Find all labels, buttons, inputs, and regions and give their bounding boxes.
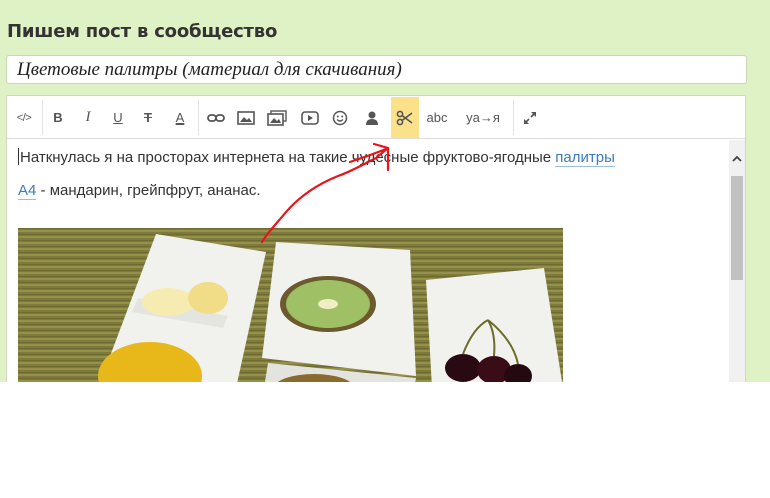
post-title-input[interactable]: Цветовые палитры (материал для скачивани… xyxy=(6,55,747,84)
transliteration-button[interactable]: ya→я xyxy=(457,97,509,138)
mention-user-button[interactable] xyxy=(359,97,385,138)
bold-button[interactable]: B xyxy=(45,97,71,138)
bold-icon: B xyxy=(53,110,63,125)
body-text: - мандарин, грейпфрут, ананас. xyxy=(36,182,261,199)
expand-icon xyxy=(523,111,537,125)
post-composer-panel: Пишем пост в сообщество Цветовые палитры… xyxy=(0,0,770,382)
body-text: Наткнулась я на просторах интернета на т… xyxy=(20,149,556,166)
fruit-palettes-photo[interactable] xyxy=(18,228,563,382)
scroll-up-arrow-icon[interactable] xyxy=(729,150,745,166)
palettes-link[interactable]: палитры xyxy=(555,149,615,167)
source-code-button[interactable]: </> xyxy=(9,97,39,138)
text-cursor xyxy=(18,148,19,165)
transliteration-icon: ya→я xyxy=(466,110,500,125)
editor-toolbar: </> B I U T A abc ya→я xyxy=(7,96,745,139)
insert-video-button[interactable] xyxy=(297,97,323,138)
a4-link[interactable]: А4 xyxy=(18,182,37,200)
italic-icon: I xyxy=(85,109,91,125)
spellcheck-button[interactable]: abc xyxy=(421,97,453,138)
text-color-icon: A xyxy=(175,110,185,125)
editor-scrollbar[interactable] xyxy=(729,140,745,382)
scissors-icon xyxy=(396,110,414,126)
link-icon xyxy=(207,112,225,124)
insert-gallery-button[interactable] xyxy=(263,97,291,138)
insert-image-button[interactable] xyxy=(233,97,259,138)
scrollbar-thumb[interactable] xyxy=(731,176,743,280)
text-color-button[interactable]: A xyxy=(167,97,193,138)
rich-text-editor: </> B I U T A abc ya→я Наткнулась я на п… xyxy=(6,95,746,382)
underline-icon: U xyxy=(113,110,123,125)
video-icon xyxy=(301,110,319,125)
insert-link-button[interactable] xyxy=(203,97,229,138)
page-title: Пишем пост в сообщество xyxy=(7,21,278,42)
toolbar-separator xyxy=(513,100,514,135)
toolbar-separator xyxy=(42,100,43,135)
code-icon: </> xyxy=(16,111,32,124)
smiley-icon xyxy=(332,110,348,126)
toolbar-separator xyxy=(198,100,199,135)
body-line-1: Наткнулась я на просторах интернета на т… xyxy=(18,148,615,167)
fullscreen-button[interactable] xyxy=(517,97,543,138)
cut-button[interactable] xyxy=(391,97,419,138)
body-line-2: А4 - мандарин, грейпфрут, ананас. xyxy=(18,182,261,200)
strikethrough-button[interactable]: T xyxy=(135,97,161,138)
editor-content[interactable]: Наткнулась я на просторах интернета на т… xyxy=(7,140,729,382)
strikethrough-icon: T xyxy=(144,110,152,125)
italic-button[interactable]: I xyxy=(75,97,101,138)
spellcheck-icon: abc xyxy=(426,110,448,125)
gallery-icon xyxy=(267,109,287,126)
image-icon xyxy=(237,110,255,125)
insert-emoji-button[interactable] xyxy=(327,97,353,138)
underline-button[interactable]: U xyxy=(105,97,131,138)
user-icon xyxy=(364,110,380,126)
